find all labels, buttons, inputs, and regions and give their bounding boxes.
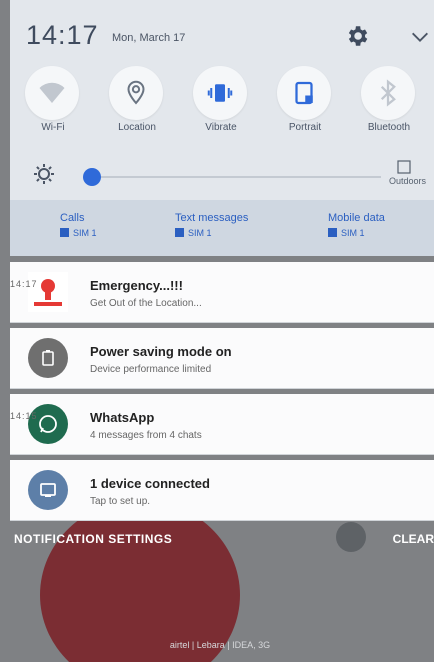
sim-value: SIM 1	[341, 228, 365, 238]
outdoors-label: Outdoors	[388, 176, 426, 186]
notification-emergency[interactable]: Emergency...!!! Get Out of the Location.…	[10, 262, 434, 323]
sim-value: SIM 1	[73, 228, 97, 238]
toggle-location[interactable]: Location	[94, 62, 180, 142]
chevron-down-icon[interactable]	[408, 26, 432, 48]
notification-time: 14:17	[10, 279, 38, 289]
notification-whatsapp[interactable]: WhatsApp 4 messages from 4 chats 14:15	[10, 394, 434, 455]
notification-title: 1 device connected	[90, 476, 210, 491]
toggle-portrait[interactable]: Portrait	[262, 62, 348, 142]
toggle-label: Wi-Fi	[41, 122, 65, 133]
toggle-bluetooth[interactable]: Bluetooth	[346, 62, 432, 142]
toggle-label: Vibrate	[205, 122, 237, 133]
sim-value: SIM 1	[188, 228, 212, 238]
quick-toggles: Wi-Fi Location Vibrate Portrait Bluetoot…	[10, 62, 434, 142]
notification-text: Tap to set up.	[90, 496, 151, 507]
sim-icon	[60, 228, 69, 237]
brightness-thumb[interactable]	[82, 168, 101, 186]
whatsapp-icon	[28, 404, 68, 444]
notification-shade: 14:17 Mon, March 17 Wi-Fi Location Vibra…	[0, 0, 434, 662]
battery-icon	[28, 338, 68, 378]
notification-text: 4 messages from 4 chats	[90, 430, 202, 441]
device-icon	[28, 470, 68, 510]
date: Mon, March 17	[112, 32, 186, 44]
sim-messages[interactable]: Text messages SIM 1	[175, 212, 248, 238]
status-row: 14:17 Mon, March 17	[26, 20, 428, 56]
carrier-label: airtel | Lebara | IDEA, 3G	[169, 640, 271, 650]
sim-data[interactable]: Mobile data SIM 1	[328, 212, 385, 238]
sim-calls[interactable]: Calls SIM 1	[60, 212, 97, 238]
toggle-vibrate[interactable]: Vibrate	[178, 62, 264, 142]
notification-power-saving[interactable]: Power saving mode on Device performance …	[10, 328, 434, 389]
toggle-label: Location	[118, 122, 156, 133]
bluetooth-icon	[380, 79, 396, 107]
notification-title: Power saving mode on	[90, 344, 232, 359]
alarm-icon	[28, 272, 68, 312]
gear-icon[interactable]	[344, 23, 370, 49]
notification-actions: NOTIFICATION SETTINGS CLEAR	[10, 528, 434, 552]
sim-icon	[328, 228, 337, 237]
outdoors-checkbox[interactable]	[396, 160, 412, 174]
sim-icon	[175, 228, 184, 237]
wifi-icon	[39, 82, 65, 103]
sim-title: Text messages	[175, 212, 249, 224]
toggle-label: Bluetooth	[367, 122, 411, 133]
brightness-slider[interactable]	[83, 176, 381, 178]
notification-device[interactable]: 1 device connected Tap to set up.	[10, 460, 434, 521]
notification-text: Get Out of the Location...	[90, 298, 202, 309]
location-icon	[127, 80, 145, 105]
vibrate-icon	[207, 84, 233, 102]
toggle-wifi[interactable]: Wi-Fi	[10, 62, 96, 142]
sim-settings: Calls SIM 1 Text messages SIM 1 Mobile d…	[10, 200, 434, 256]
notification-text: Device performance limited	[90, 364, 212, 375]
sim-title: Calls	[60, 212, 85, 224]
wallpaper-shape	[40, 500, 240, 662]
notification-time: 14:15	[10, 411, 38, 421]
brightness-icon	[34, 164, 54, 184]
brightness-row: Outdoors	[10, 160, 434, 194]
clock: 14:17	[26, 20, 99, 50]
sim-title: Mobile data	[328, 212, 385, 224]
portrait-icon	[295, 81, 313, 105]
clear-button[interactable]: CLEAR	[393, 532, 434, 546]
quick-panel: 14:17 Mon, March 17 Wi-Fi Location Vibra…	[10, 0, 434, 256]
notification-settings-button[interactable]: NOTIFICATION SETTINGS	[14, 532, 172, 546]
toggle-label: Portrait	[288, 122, 322, 133]
